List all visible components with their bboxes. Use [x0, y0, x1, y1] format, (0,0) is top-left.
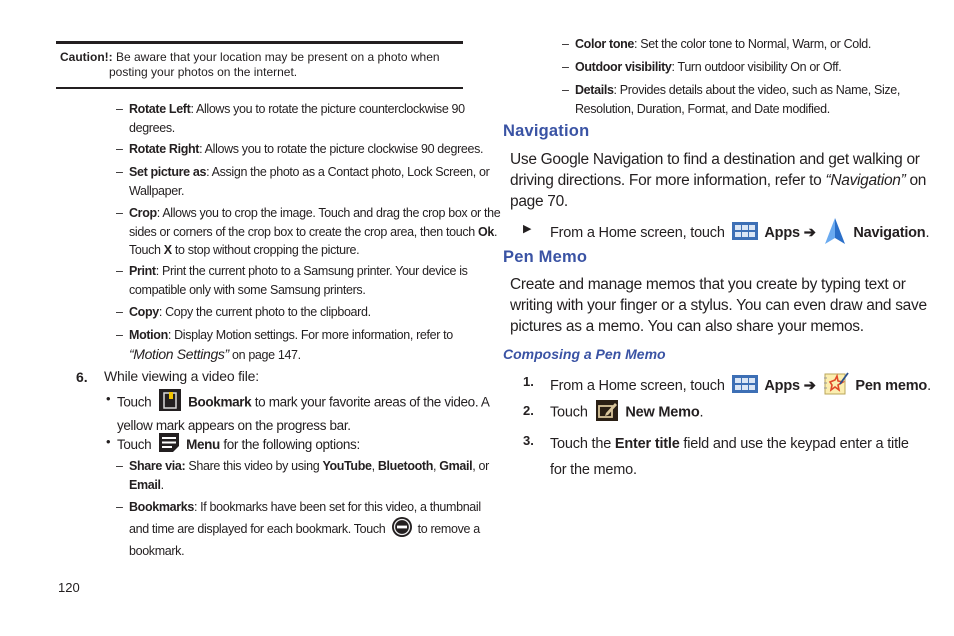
navigation-step: From a Home screen, touch Apps ➔ Navigat… [550, 217, 930, 249]
apps-icon [731, 375, 758, 397]
pen-memo-heading: Pen Memo [503, 248, 588, 266]
remove-icon [391, 516, 412, 543]
option-bookmarks: – Bookmarks: If bookmarks have been set f… [116, 500, 481, 558]
navigation-description: Use Google Navigation to find a destinat… [510, 151, 927, 210]
option-print: – Print: Print the current photo to a Sam… [116, 264, 468, 297]
caution-line2: posting your photos on the internet. [109, 65, 298, 79]
motion-settings-ref: “Motion Settings” [129, 345, 229, 362]
pen-memo-step-2: Touch New Memo. [550, 400, 704, 425]
caution-label: Caution!: [60, 50, 113, 64]
step-3-number: 3. [523, 433, 534, 448]
new-memo-icon [595, 400, 618, 425]
page-number: 120 [58, 580, 80, 595]
step-6-number: 6. [76, 369, 88, 385]
pen-memo-step-3: Touch the Enter title field and use the … [550, 436, 909, 478]
pen-memo-icon [823, 372, 849, 400]
bullet-dot: • [106, 434, 111, 449]
composing-subheading: Composing a Pen Memo [503, 346, 666, 362]
option-set-picture-as: – Set picture as: Assign the photo as a C… [116, 165, 490, 198]
caution-bottom-rule [56, 87, 463, 89]
bullet-dot: • [106, 391, 111, 406]
option-color-tone: – Color tone: Set the color tone to Norma… [562, 37, 872, 51]
caution-line1: Be aware that your location may be prese… [116, 50, 440, 64]
navigation-icon [824, 217, 846, 249]
option-crop: – Crop: Allows you to crop the image. Tou… [116, 206, 501, 257]
navigation-heading: Navigation [503, 122, 590, 140]
menu-icon [158, 433, 179, 458]
option-rotate-right: – Rotate Right: Allows you to rotate the … [116, 142, 484, 156]
step-6-text: While viewing a video file: [104, 368, 259, 384]
step-1-number: 1. [523, 374, 534, 389]
bookmark-bullet: Touch Bookmark to mark your favorite are… [117, 389, 490, 435]
option-motion: – Motion: Display Motion settings. For mo… [116, 328, 453, 362]
apps-icon [731, 222, 758, 244]
caution-note: Caution!: Be aware that your location ma… [60, 50, 440, 80]
step-2-number: 2. [523, 403, 534, 418]
pen-memo-step-1: From a Home screen, touch Apps ➔ Pen mem… [550, 372, 931, 400]
step-arrow-bullet: ▶ [523, 223, 532, 235]
option-copy: – Copy: Copy the current photo to the cli… [116, 305, 371, 319]
caution-top-rule [56, 41, 463, 44]
option-rotate-left: – Rotate Left: Allows you to rotate the p… [116, 102, 465, 135]
pen-memo-description: Create and manage memos that you create … [510, 276, 927, 335]
bookmark-icon [158, 389, 181, 417]
option-share-via: – Share via: Share this video by using Yo… [116, 459, 489, 492]
option-details: – Details: Provides details about the vid… [562, 83, 901, 116]
option-outdoor-visibility: – Outdoor visibility: Turn outdoor visibi… [562, 60, 842, 74]
menu-bullet: Touch Menu for the following options: [117, 433, 360, 458]
